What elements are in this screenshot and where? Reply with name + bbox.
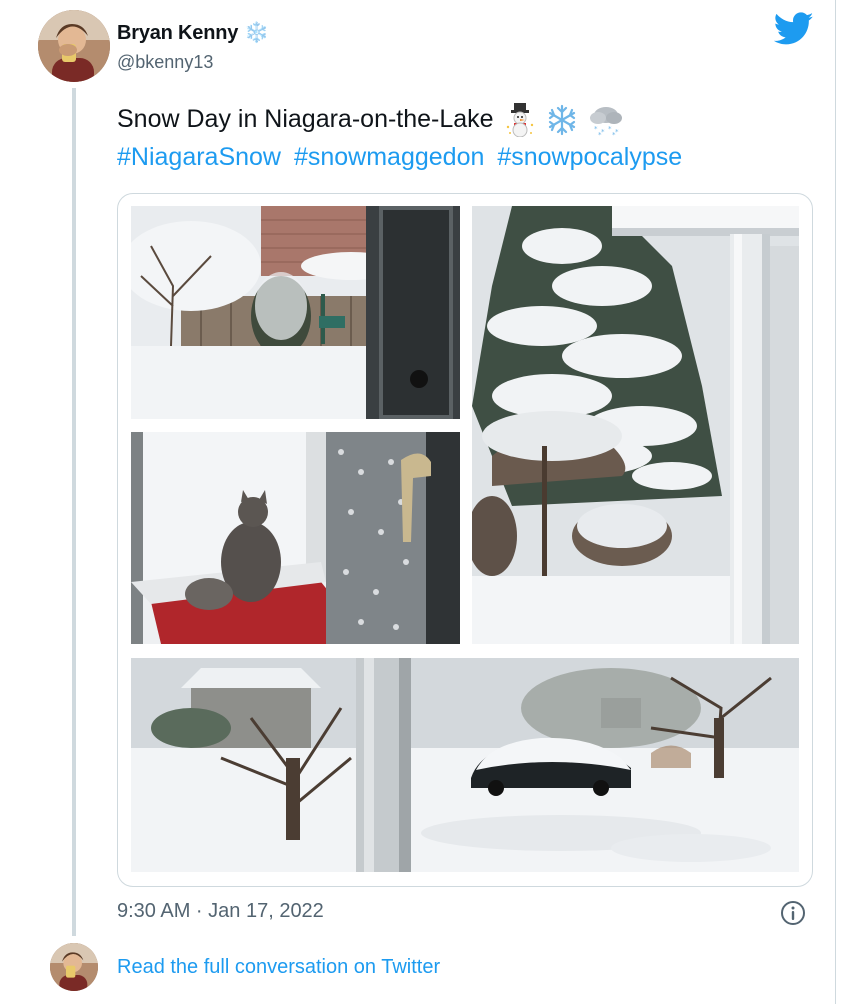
read-full-conversation-link[interactable]: Read the full conversation on Twitter — [117, 956, 440, 979]
svg-text:*: * — [615, 128, 619, 136]
author-handle[interactable]: @bkenny13 — [117, 52, 213, 73]
tweet-timestamp[interactable]: 9:30 AM · Jan 17, 2022 — [117, 900, 324, 923]
media-grid — [117, 193, 813, 887]
photo-snowy-evergreen-porch[interactable] — [472, 206, 799, 644]
svg-text:*: * — [601, 128, 605, 136]
svg-text:*: * — [598, 131, 602, 137]
hashtag-niagarasnow[interactable]: #NiagaraSnow — [117, 143, 281, 171]
photo-snowy-street-car[interactable] — [131, 658, 799, 872]
photo-snowy-backyard[interactable] — [131, 206, 460, 419]
hashtag-row: #NiagaraSnow #snowmaggedon #snowpocalyps… — [117, 138, 817, 176]
footer-avatar[interactable] — [50, 943, 98, 991]
author-name-text[interactable]: Bryan Kenny — [117, 22, 238, 44]
snowflake-icon — [548, 105, 575, 136]
tweet-body: Snow Day in Niagara-on-the-Lake — [117, 105, 494, 133]
snowman-icon — [506, 103, 533, 138]
avatar[interactable] — [38, 10, 110, 82]
photo-cat-at-door[interactable] — [131, 432, 460, 644]
snow-cloud-icon: * * * * * * — [590, 107, 623, 137]
hashtag-snowpocalypse[interactable]: #snowpocalypse — [497, 143, 682, 171]
tweet-text: Snow Day in Niagara-on-the-Lake * * * * … — [117, 100, 817, 176]
hashtag-snowmaggedon[interactable]: #snowmaggedon — [294, 143, 484, 171]
snowflake-icon: ❄️ — [244, 22, 269, 44]
info-icon[interactable] — [780, 900, 806, 926]
thread-line — [72, 88, 76, 936]
tweet-card: Bryan Kenny ❄️ @bkenny13 Snow Day in Niag… — [0, 0, 836, 1004]
author-name[interactable]: Bryan Kenny ❄️ — [117, 20, 269, 45]
twitter-bird-icon[interactable] — [774, 12, 814, 46]
svg-text:*: * — [612, 131, 616, 137]
